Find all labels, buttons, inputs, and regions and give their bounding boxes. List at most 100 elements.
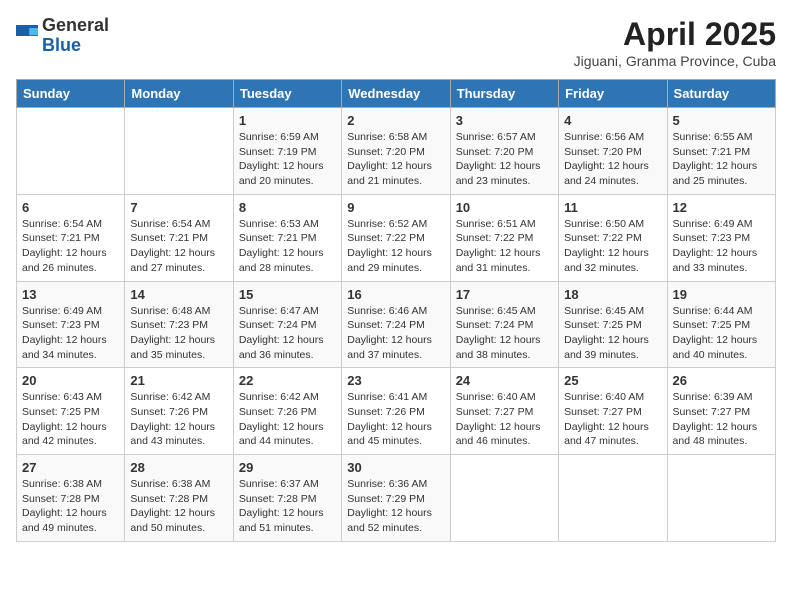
- cell-sunset: Sunset: 7:24 PM: [239, 319, 317, 331]
- calendar-cell: [559, 455, 667, 542]
- calendar-cell: 2 Sunrise: 6:58 AM Sunset: 7:20 PM Dayli…: [342, 108, 450, 195]
- cell-sunrise: Sunrise: 6:42 AM: [130, 391, 210, 403]
- weekday-header-sunday: Sunday: [17, 80, 125, 108]
- cell-sunset: Sunset: 7:26 PM: [239, 406, 317, 418]
- cell-sunset: Sunset: 7:27 PM: [456, 406, 534, 418]
- day-number: 6: [22, 200, 119, 215]
- weekday-header-thursday: Thursday: [450, 80, 558, 108]
- day-number: 24: [456, 373, 553, 388]
- cell-sunrise: Sunrise: 6:56 AM: [564, 131, 644, 143]
- cell-sunset: Sunset: 7:28 PM: [130, 493, 208, 505]
- calendar-cell: [17, 108, 125, 195]
- cell-sunset: Sunset: 7:26 PM: [130, 406, 208, 418]
- day-number: 2: [347, 113, 444, 128]
- cell-daylight: Daylight: 12 hours and 20 minutes.: [239, 160, 324, 187]
- cell-daylight: Daylight: 12 hours and 48 minutes.: [673, 421, 758, 448]
- cell-sunset: Sunset: 7:24 PM: [347, 319, 425, 331]
- cell-sunrise: Sunrise: 6:37 AM: [239, 478, 319, 490]
- cell-daylight: Daylight: 12 hours and 43 minutes.: [130, 421, 215, 448]
- day-number: 26: [673, 373, 770, 388]
- day-number: 3: [456, 113, 553, 128]
- calendar-cell: 13 Sunrise: 6:49 AM Sunset: 7:23 PM Dayl…: [17, 281, 125, 368]
- day-number: 19: [673, 287, 770, 302]
- cell-daylight: Daylight: 12 hours and 27 minutes.: [130, 247, 215, 274]
- day-number: 27: [22, 460, 119, 475]
- calendar-cell: 3 Sunrise: 6:57 AM Sunset: 7:20 PM Dayli…: [450, 108, 558, 195]
- cell-sunset: Sunset: 7:29 PM: [347, 493, 425, 505]
- calendar-cell: 23 Sunrise: 6:41 AM Sunset: 7:26 PM Dayl…: [342, 368, 450, 455]
- cell-daylight: Daylight: 12 hours and 47 minutes.: [564, 421, 649, 448]
- cell-sunrise: Sunrise: 6:36 AM: [347, 478, 427, 490]
- cell-daylight: Daylight: 12 hours and 24 minutes.: [564, 160, 649, 187]
- calendar-cell: 7 Sunrise: 6:54 AM Sunset: 7:21 PM Dayli…: [125, 194, 233, 281]
- cell-daylight: Daylight: 12 hours and 42 minutes.: [22, 421, 107, 448]
- day-number: 20: [22, 373, 119, 388]
- cell-daylight: Daylight: 12 hours and 39 minutes.: [564, 334, 649, 361]
- cell-sunrise: Sunrise: 6:47 AM: [239, 305, 319, 317]
- calendar-cell: 26 Sunrise: 6:39 AM Sunset: 7:27 PM Dayl…: [667, 368, 775, 455]
- day-number: 14: [130, 287, 227, 302]
- cell-sunset: Sunset: 7:28 PM: [22, 493, 100, 505]
- day-number: 21: [130, 373, 227, 388]
- cell-daylight: Daylight: 12 hours and 23 minutes.: [456, 160, 541, 187]
- day-number: 25: [564, 373, 661, 388]
- cell-sunset: Sunset: 7:25 PM: [673, 319, 751, 331]
- cell-sunrise: Sunrise: 6:39 AM: [673, 391, 753, 403]
- calendar-cell: 15 Sunrise: 6:47 AM Sunset: 7:24 PM Dayl…: [233, 281, 341, 368]
- cell-sunrise: Sunrise: 6:54 AM: [130, 218, 210, 230]
- weekday-header-wednesday: Wednesday: [342, 80, 450, 108]
- cell-sunrise: Sunrise: 6:38 AM: [130, 478, 210, 490]
- logo: General Blue: [16, 16, 109, 56]
- cell-sunrise: Sunrise: 6:41 AM: [347, 391, 427, 403]
- cell-daylight: Daylight: 12 hours and 52 minutes.: [347, 507, 432, 534]
- cell-daylight: Daylight: 12 hours and 28 minutes.: [239, 247, 324, 274]
- day-number: 16: [347, 287, 444, 302]
- calendar-cell: 24 Sunrise: 6:40 AM Sunset: 7:27 PM Dayl…: [450, 368, 558, 455]
- cell-daylight: Daylight: 12 hours and 51 minutes.: [239, 507, 324, 534]
- calendar-week-row: 27 Sunrise: 6:38 AM Sunset: 7:28 PM Dayl…: [17, 455, 776, 542]
- day-number: 5: [673, 113, 770, 128]
- cell-sunrise: Sunrise: 6:52 AM: [347, 218, 427, 230]
- day-number: 29: [239, 460, 336, 475]
- cell-sunset: Sunset: 7:19 PM: [239, 146, 317, 158]
- cell-daylight: Daylight: 12 hours and 29 minutes.: [347, 247, 432, 274]
- weekday-header-saturday: Saturday: [667, 80, 775, 108]
- cell-daylight: Daylight: 12 hours and 25 minutes.: [673, 160, 758, 187]
- cell-daylight: Daylight: 12 hours and 36 minutes.: [239, 334, 324, 361]
- calendar-cell: 19 Sunrise: 6:44 AM Sunset: 7:25 PM Dayl…: [667, 281, 775, 368]
- weekday-header-row: SundayMondayTuesdayWednesdayThursdayFrid…: [17, 80, 776, 108]
- cell-daylight: Daylight: 12 hours and 46 minutes.: [456, 421, 541, 448]
- day-number: 7: [130, 200, 227, 215]
- cell-sunrise: Sunrise: 6:45 AM: [456, 305, 536, 317]
- cell-daylight: Daylight: 12 hours and 40 minutes.: [673, 334, 758, 361]
- day-number: 18: [564, 287, 661, 302]
- cell-sunrise: Sunrise: 6:58 AM: [347, 131, 427, 143]
- cell-sunset: Sunset: 7:25 PM: [564, 319, 642, 331]
- cell-sunset: Sunset: 7:28 PM: [239, 493, 317, 505]
- calendar-table: SundayMondayTuesdayWednesdayThursdayFrid…: [16, 79, 776, 542]
- cell-daylight: Daylight: 12 hours and 33 minutes.: [673, 247, 758, 274]
- cell-sunset: Sunset: 7:25 PM: [22, 406, 100, 418]
- title-block: April 2025 Jiguani, Granma Province, Cub…: [574, 16, 776, 69]
- calendar-cell: 18 Sunrise: 6:45 AM Sunset: 7:25 PM Dayl…: [559, 281, 667, 368]
- calendar-cell: 30 Sunrise: 6:36 AM Sunset: 7:29 PM Dayl…: [342, 455, 450, 542]
- day-number: 11: [564, 200, 661, 215]
- calendar-cell: [450, 455, 558, 542]
- cell-sunset: Sunset: 7:21 PM: [22, 232, 100, 244]
- cell-sunrise: Sunrise: 6:57 AM: [456, 131, 536, 143]
- calendar-cell: 12 Sunrise: 6:49 AM Sunset: 7:23 PM Dayl…: [667, 194, 775, 281]
- cell-sunset: Sunset: 7:21 PM: [130, 232, 208, 244]
- cell-sunset: Sunset: 7:21 PM: [673, 146, 751, 158]
- cell-daylight: Daylight: 12 hours and 35 minutes.: [130, 334, 215, 361]
- cell-sunset: Sunset: 7:24 PM: [456, 319, 534, 331]
- day-number: 22: [239, 373, 336, 388]
- cell-sunset: Sunset: 7:27 PM: [673, 406, 751, 418]
- cell-daylight: Daylight: 12 hours and 21 minutes.: [347, 160, 432, 187]
- cell-sunrise: Sunrise: 6:54 AM: [22, 218, 102, 230]
- calendar-cell: 21 Sunrise: 6:42 AM Sunset: 7:26 PM Dayl…: [125, 368, 233, 455]
- day-number: 1: [239, 113, 336, 128]
- calendar-cell: 4 Sunrise: 6:56 AM Sunset: 7:20 PM Dayli…: [559, 108, 667, 195]
- day-number: 17: [456, 287, 553, 302]
- calendar-cell: 1 Sunrise: 6:59 AM Sunset: 7:19 PM Dayli…: [233, 108, 341, 195]
- cell-sunrise: Sunrise: 6:59 AM: [239, 131, 319, 143]
